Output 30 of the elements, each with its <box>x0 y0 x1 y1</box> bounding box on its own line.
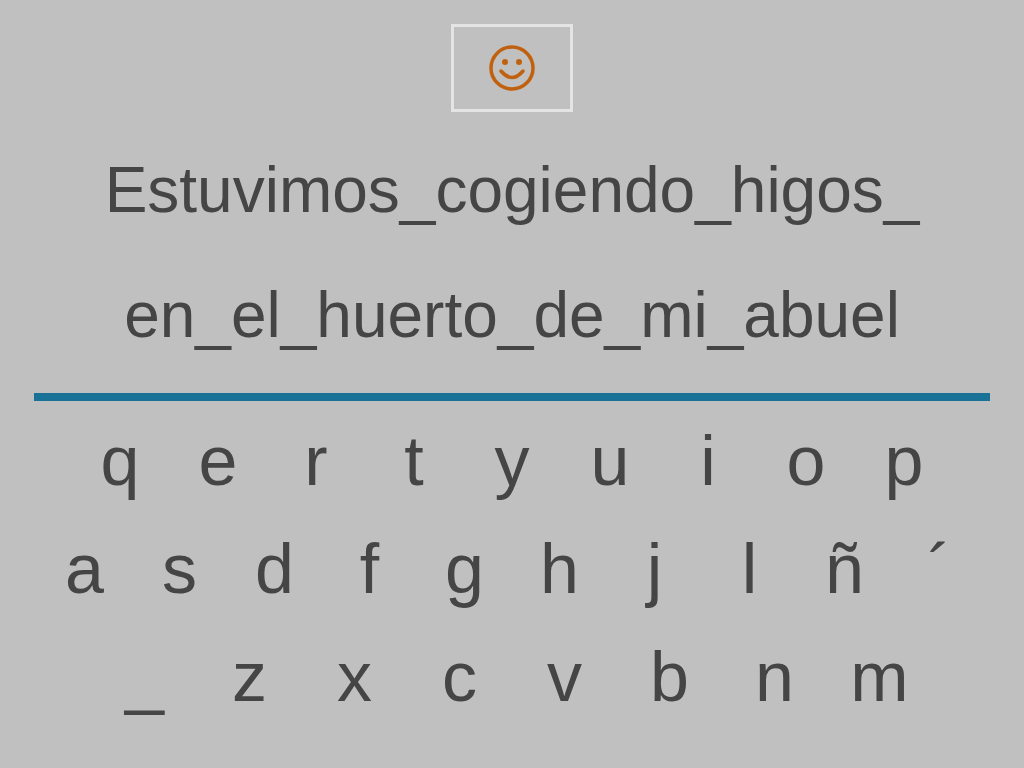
letter-key[interactable]: d <box>227 524 322 614</box>
letter-key[interactable]: e <box>169 416 267 506</box>
letter-key[interactable]: p <box>855 416 953 506</box>
letter-key[interactable]: r <box>267 416 365 506</box>
letter-key[interactable]: f <box>322 524 417 614</box>
letter-key[interactable]: o <box>757 416 855 506</box>
letter-key[interactable]: x <box>302 632 407 722</box>
letter-key[interactable]: z <box>197 632 302 722</box>
phrase-line: en_el_huerto_de_mi_abuel <box>124 278 900 353</box>
letter-key[interactable]: u <box>561 416 659 506</box>
letter-key[interactable]: i <box>659 416 757 506</box>
letter-key[interactable]: j <box>607 524 702 614</box>
letter-key[interactable]: y <box>463 416 561 506</box>
letter-key[interactable]: b <box>617 632 722 722</box>
letter-key[interactable]: n <box>722 632 827 722</box>
letter-key[interactable]: ´ <box>892 524 987 614</box>
letter-key[interactable]: l <box>702 524 797 614</box>
letter-key[interactable]: c <box>407 632 512 722</box>
letter-key[interactable]: v <box>512 632 617 722</box>
letter-key[interactable]: a <box>37 524 132 614</box>
letter-key[interactable]: g <box>417 524 512 614</box>
letter-key[interactable]: q <box>71 416 169 506</box>
letter-key[interactable]: s <box>132 524 227 614</box>
letter-key[interactable]: _ <box>92 632 197 722</box>
phrase-line: Estuvimos_cogiendo_higos_ <box>104 153 920 228</box>
letter-key[interactable]: ñ <box>797 524 892 614</box>
smiley-icon <box>488 44 536 92</box>
letter-key[interactable]: h <box>512 524 607 614</box>
letter-key[interactable]: m <box>827 632 932 722</box>
letter-key[interactable]: t <box>365 416 463 506</box>
